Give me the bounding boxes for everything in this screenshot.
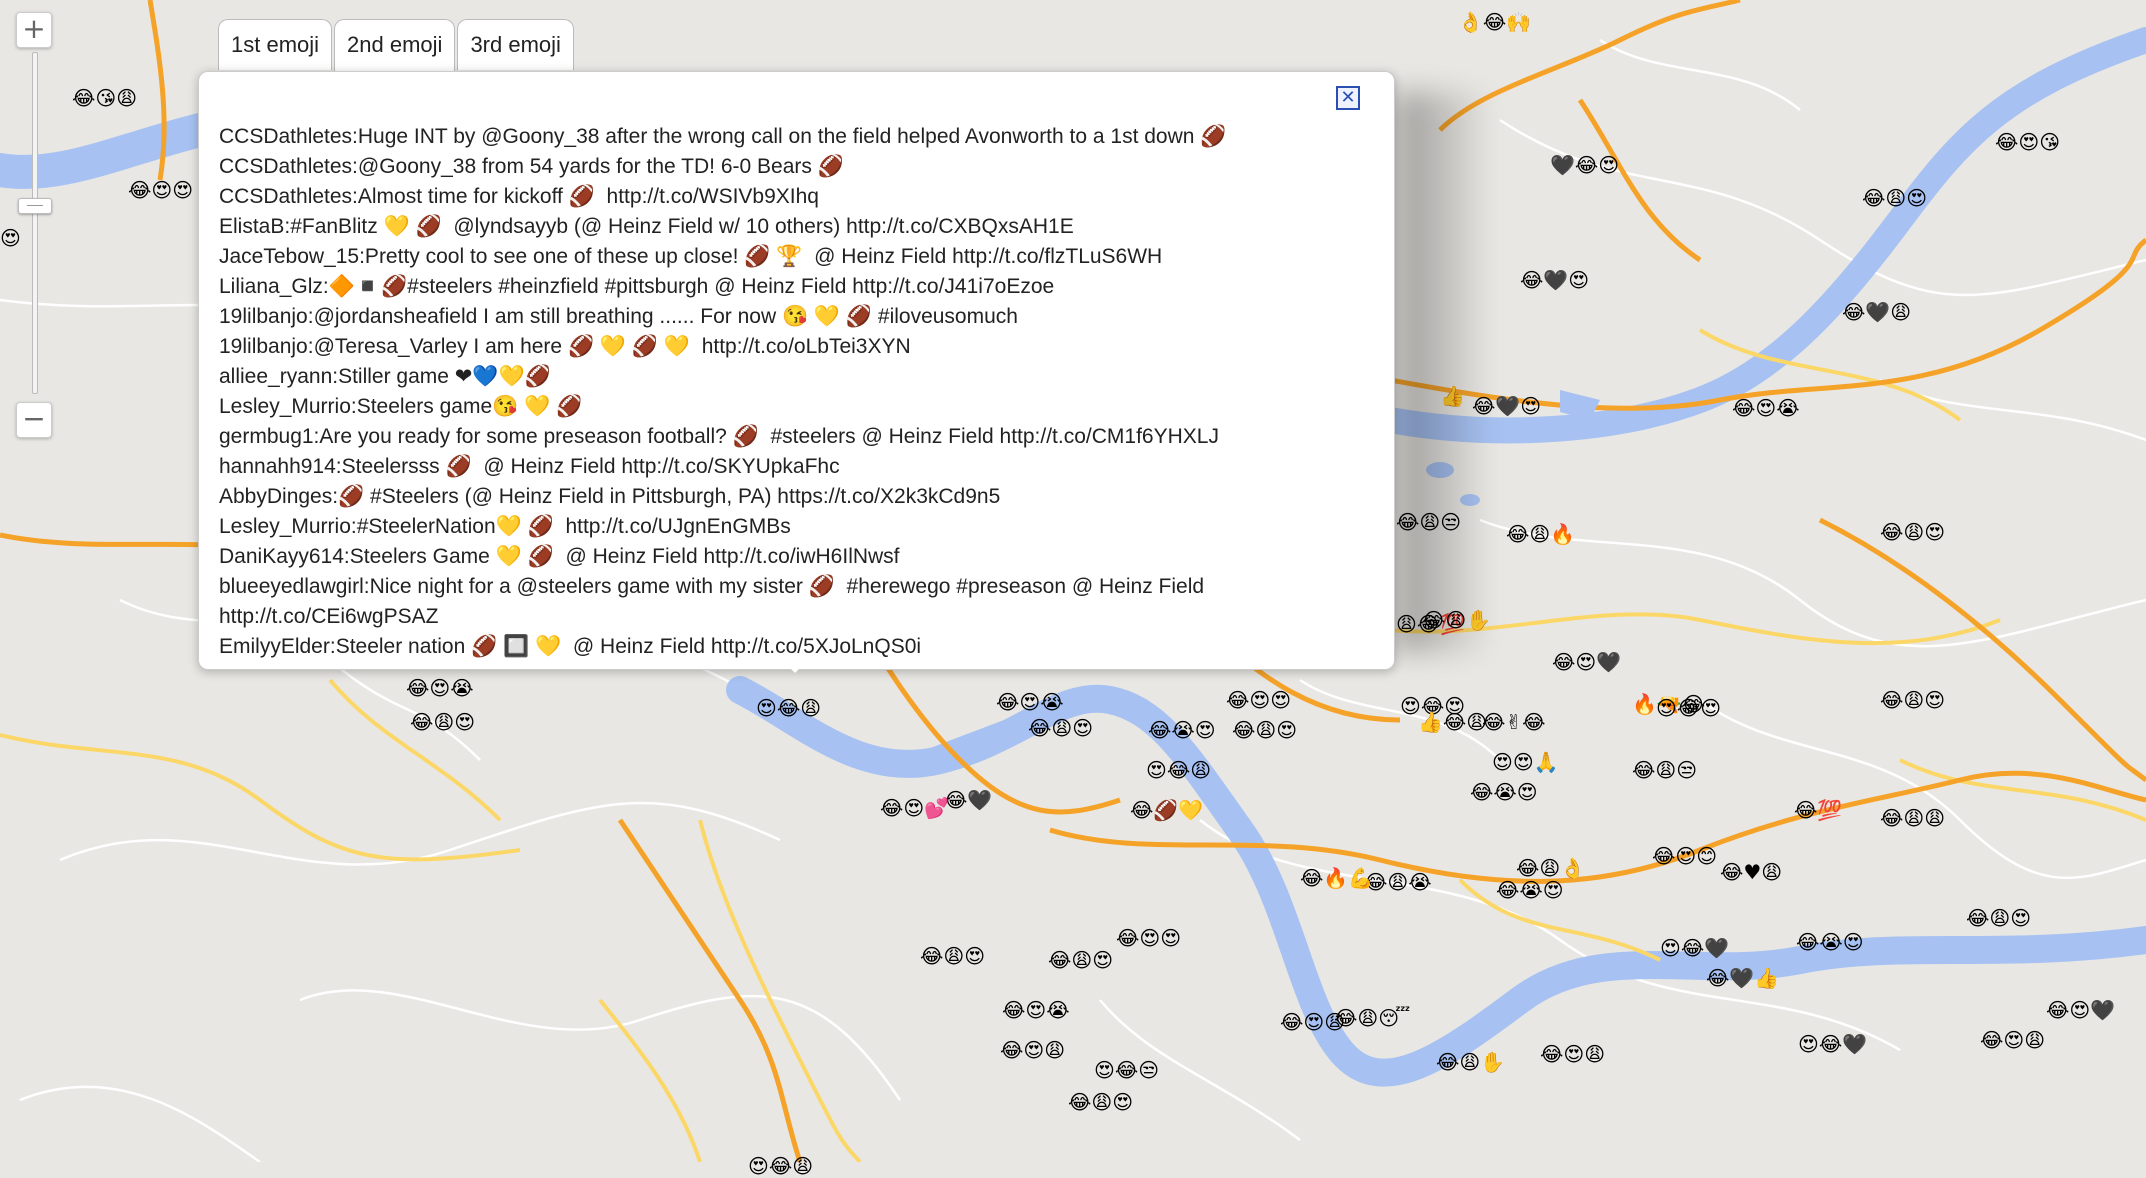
tweet-item: CCSDathletes:Almost time for kickoff 🏈 h… [219, 185, 819, 208]
tweet-item: germbug1:Are you ready for some preseaso… [219, 425, 1219, 448]
emoji-marker[interactable]: 😂😩😍 [1966, 908, 2031, 928]
emoji-marker[interactable]: 😂😍😍 [1116, 928, 1181, 948]
emoji-marker[interactable]: 😂😭😍 [1496, 880, 1564, 900]
zoom-slider-handle[interactable] [18, 198, 52, 214]
tweet-item: hannahh914:Steelersss 🏈 @ Heinz Field ht… [219, 455, 840, 478]
zoom-control: + − [14, 12, 54, 442]
emoji-marker[interactable]: 😂💯 [1794, 800, 1842, 820]
emoji-marker[interactable]: 😍😂😩 [756, 698, 821, 718]
emoji-marker[interactable]: 😂😩🔥 [1506, 524, 1575, 544]
emoji-marker[interactable]: 😂😭😍 [1148, 720, 1216, 740]
tweet-item: Lesley_Murrio:Steelers game😘 💛 🏈 [219, 395, 583, 418]
tweet-item: Lesley_Murrio:#SteelerNation💛 🏈 http://t… [219, 515, 791, 538]
emoji-marker[interactable]: 😍😂😩 [1146, 760, 1211, 780]
close-icon[interactable]: ✕ [1336, 86, 1360, 110]
emoji-marker[interactable]: 😍😂🖤 [1798, 1034, 1867, 1054]
tweet-item: blueeyedlawgirl:Nice night for a @steele… [219, 575, 1210, 628]
emoji-marker[interactable]: 😂🖤 [944, 790, 992, 810]
zoom-slider-track[interactable] [32, 52, 38, 394]
emoji-marker[interactable]: 😂😩😍 [1880, 690, 1945, 710]
emoji-marker[interactable]: 😂😩😍 [920, 946, 985, 966]
emoji-marker[interactable]: 😂😍😭 [406, 678, 474, 698]
emoji-marker[interactable]: 😂😍😭 [1732, 398, 1800, 418]
tweet-item: DaniKayy614:Steelers Game 💛 🏈 @ Heinz Fi… [219, 545, 900, 568]
emoji-marker[interactable]: 😍😍🙏 [1492, 752, 1559, 772]
tweet-item: ElistaB:#FanBlitz 💛 🏈 @lyndsayyb (@ Hein… [219, 215, 1074, 238]
emoji-marker[interactable]: 😂😍😩 [1280, 1012, 1345, 1032]
emoji-marker[interactable]: 😂😍😩 [1540, 1044, 1605, 1064]
tweet-item: JaceTebow_15:Pretty cool to see one of t… [219, 245, 1163, 268]
emoji-marker[interactable]: 😂😍😭 [1002, 1000, 1070, 1020]
tweet-item: Liliana_Glz:🔶◾🏈#steelers #heinzfield #pi… [219, 275, 1055, 298]
zoom-out-button[interactable]: − [16, 402, 52, 438]
emoji-marker[interactable]: 😂😍💕 [880, 798, 949, 818]
emoji-marker[interactable]: 😂😍😊 [1652, 846, 1717, 866]
emoji-marker[interactable]: 😂✌😂 [1482, 712, 1546, 732]
emoji-marker[interactable]: 😂😩👌 [1516, 858, 1585, 878]
emoji-marker[interactable]: 😂😍😭 [996, 692, 1064, 712]
emoji-marker[interactable]: 😂😭😍 [1796, 932, 1864, 952]
emoji-tabs: 1st emoji 2nd emoji 3rd emoji [218, 19, 576, 72]
emoji-marker[interactable]: 😂😍😩 [1000, 1040, 1065, 1060]
emoji-marker[interactable]: 😂♥😩 [1720, 862, 1782, 882]
emoji-marker[interactable]: 😂😭😍 [1470, 782, 1538, 802]
emoji-marker[interactable]: 😂😍😍 [1226, 690, 1291, 710]
tweet-item: CCSDathletes:Huge INT by @Goony_38 after… [219, 125, 1227, 148]
emoji-marker[interactable]: 😂🖤😩 [1842, 302, 1911, 322]
zoom-in-button[interactable]: + [16, 12, 52, 48]
emoji-marker[interactable]: 😂😩😍 [410, 712, 475, 732]
emoji-marker[interactable]: 😍😂🖤 [1660, 938, 1729, 958]
tweet-item: CCSDathletes:@Goony_38 from 54 yards for… [219, 155, 844, 178]
tab-3rd-emoji[interactable]: 3rd emoji [457, 19, 574, 70]
tweet-popup: ✕ CCSDathletes:Huge INT by @Goony_38 aft… [198, 71, 1395, 670]
emoji-marker[interactable]: 😂😩😒 [1632, 760, 1697, 780]
emoji-marker[interactable]: 😂😩😩 [1880, 808, 1945, 828]
emoji-marker[interactable]: 😂😩😍 [1880, 522, 1945, 542]
emoji-marker[interactable]: 😂😩😍 [1862, 188, 1927, 208]
emoji-marker[interactable]: 👌😂🙌 [1458, 12, 1531, 32]
emoji-marker[interactable]: 😂😍🖤 [2046, 1000, 2115, 1020]
tweet-item: 19lilbanjo:@Teresa_Varley I am here 🏈 💛 … [219, 335, 911, 358]
emoji-marker[interactable]: 😂😍😩 [1980, 1030, 2045, 1050]
tweet-item: AbbyDinges:🏈 #Steelers (@ Heinz Field in… [219, 485, 1001, 508]
emoji-marker[interactable]: 😂😩😍 [1048, 950, 1113, 970]
tweet-list[interactable]: CCSDathletes:Huge INT by @Goony_38 after… [219, 122, 1374, 669]
emoji-marker[interactable]: 😂😩😍 [1028, 718, 1093, 738]
emoji-marker[interactable]: 😂🖤😍 [1520, 270, 1589, 290]
tweet-item: EmilyyElder:Steeler nation 🏈 🔲 💛 @ Heinz… [219, 635, 922, 658]
emoji-marker[interactable]: 😂😍😘 [1995, 132, 2060, 152]
emoji-marker[interactable]: 😂🏈💛 [1130, 800, 1203, 820]
emoji-marker[interactable]: 😂😩😭 [1364, 872, 1432, 892]
tweet-item: 19lilbanjo:@jordansheafield I am still b… [219, 305, 1018, 328]
emoji-marker[interactable]: 😂😩😍 [1232, 720, 1297, 740]
emoji-marker[interactable]: 👍😂😩 [1418, 712, 1487, 732]
emoji-marker[interactable]: 😂🖤👍 [1706, 968, 1779, 988]
emoji-marker[interactable]: 😂😍🖤 [1552, 652, 1621, 672]
emoji-marker[interactable]: 😍😂😩 [748, 1156, 813, 1176]
popup-pointer [785, 663, 805, 673]
popup-shadow [1395, 92, 1485, 652]
emoji-marker[interactable]: 😂😘😩 [72, 88, 137, 108]
tab-1st-emoji[interactable]: 1st emoji [218, 19, 333, 70]
emoji-marker[interactable]: 😂🔥💪 [1300, 868, 1373, 888]
emoji-marker[interactable]: 😂😩😴 [1334, 1008, 1410, 1028]
emoji-marker[interactable]: 😂😍😍 [128, 180, 193, 200]
tweet-item: alliee_ryann:Stiller game ❤💙💛🏈 [219, 365, 551, 388]
emoji-marker[interactable]: 🖤😂😍 [1550, 155, 1619, 175]
emoji-marker[interactable]: 😍😂😍 [1656, 698, 1721, 718]
emoji-marker[interactable]: 😂😩😍 [1068, 1092, 1133, 1112]
emoji-marker[interactable]: 😍😂😒 [1094, 1060, 1159, 1080]
tab-2nd-emoji[interactable]: 2nd emoji [334, 19, 456, 72]
emoji-marker[interactable]: 😂😩✋ [1436, 1052, 1505, 1072]
